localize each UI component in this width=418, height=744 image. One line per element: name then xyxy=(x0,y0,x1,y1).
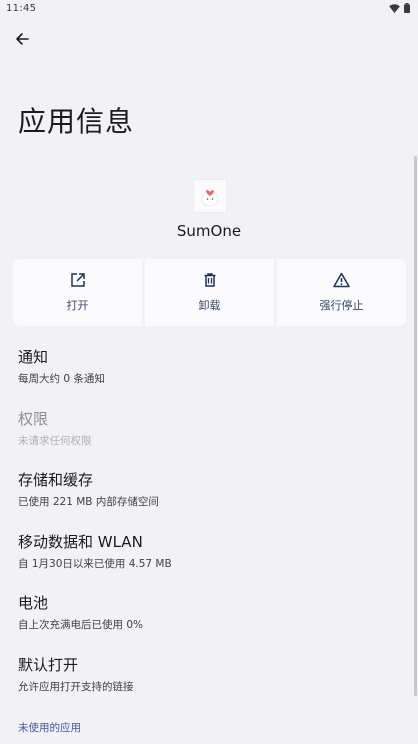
settings-item-subtitle: 未请求任何权限 xyxy=(18,434,92,447)
settings-item-subtitle: 每周大约 0 条通知 xyxy=(18,373,105,385)
unused-apps-link[interactable]: 未使用的应用 xyxy=(18,720,81,735)
settings-list: 通知 每周大约 0 条通知 权限 未请求任何权限 存储和缓存 已使用 221 M… xyxy=(18,340,398,709)
settings-item-subtitle: 允许应用打开支持的链接 xyxy=(18,680,134,693)
settings-item-title: 移动数据和 WLAN xyxy=(18,532,143,551)
warning-triangle-icon xyxy=(333,272,350,292)
page-title: 应用信息 xyxy=(18,105,135,138)
settings-item-subtitle: 自 1月30日以来已使用 4.57 MB xyxy=(18,557,172,570)
arrow-left-icon xyxy=(14,31,30,51)
settings-item-title: 权限 xyxy=(18,409,49,428)
sumone-app-icon xyxy=(193,179,227,213)
status-bar: 11:45 xyxy=(0,0,418,20)
settings-item-open-by-default[interactable]: 默认打开 允许应用打开支持的链接 xyxy=(18,648,398,710)
settings-item-title: 默认打开 xyxy=(18,655,79,674)
force-stop-button[interactable]: 强行停止 xyxy=(277,259,406,326)
back-button[interactable] xyxy=(8,28,36,54)
battery-icon xyxy=(404,3,410,16)
settings-item-title: 电池 xyxy=(18,594,49,612)
action-bar: 打开 卸载 强行停止 xyxy=(13,259,406,326)
settings-item-battery[interactable]: 电池 自上次充满电后已使用 0% xyxy=(18,586,398,648)
settings-item-title: 通知 xyxy=(18,348,49,366)
settings-item-subtitle: 自上次充满电后已使用 0% xyxy=(18,619,143,631)
status-icons xyxy=(389,3,410,16)
uninstall-button[interactable]: 卸载 xyxy=(145,259,274,326)
settings-item-subtitle: 已使用 221 MB 内部存储空间 xyxy=(18,496,159,508)
wifi-icon xyxy=(389,3,400,16)
app-name: SumOne xyxy=(176,222,242,240)
uninstall-button-label: 卸载 xyxy=(198,299,221,312)
settings-item-title: 存储和缓存 xyxy=(18,471,94,489)
force-stop-button-label: 强行停止 xyxy=(319,299,364,312)
status-time: 11:45 xyxy=(6,3,37,14)
trash-icon xyxy=(202,272,218,292)
open-button[interactable]: 打开 xyxy=(13,259,142,326)
open-button-label: 打开 xyxy=(66,299,89,312)
settings-item-notifications[interactable]: 通知 每周大约 0 条通知 xyxy=(18,340,398,402)
settings-item-storage[interactable]: 存储和缓存 已使用 221 MB 内部存储空间 xyxy=(18,463,398,525)
settings-item-data-usage[interactable]: 移动数据和 WLAN 自 1月30日以来已使用 4.57 MB xyxy=(18,525,398,587)
open-external-icon xyxy=(70,272,86,292)
settings-item-permissions[interactable]: 权限 未请求任何权限 xyxy=(18,402,398,464)
